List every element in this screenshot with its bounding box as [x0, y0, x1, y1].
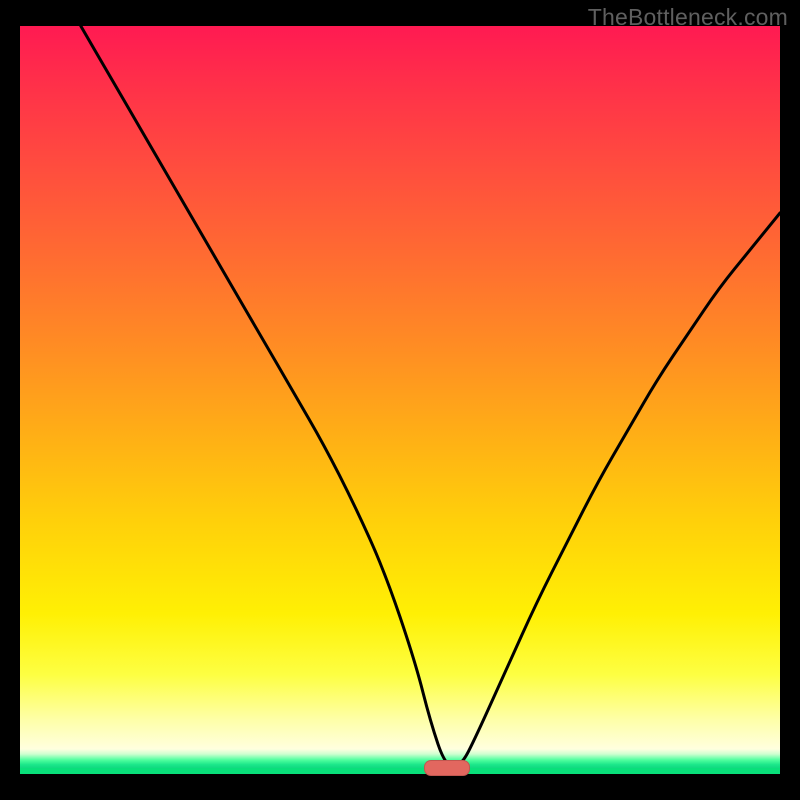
curve-svg: [20, 26, 780, 780]
plot-area: [20, 26, 780, 780]
minimum-marker: [424, 760, 470, 776]
chart-frame: TheBottleneck.com: [0, 0, 800, 800]
bottleneck-curve-path: [81, 26, 780, 767]
watermark-text: TheBottleneck.com: [588, 4, 788, 31]
